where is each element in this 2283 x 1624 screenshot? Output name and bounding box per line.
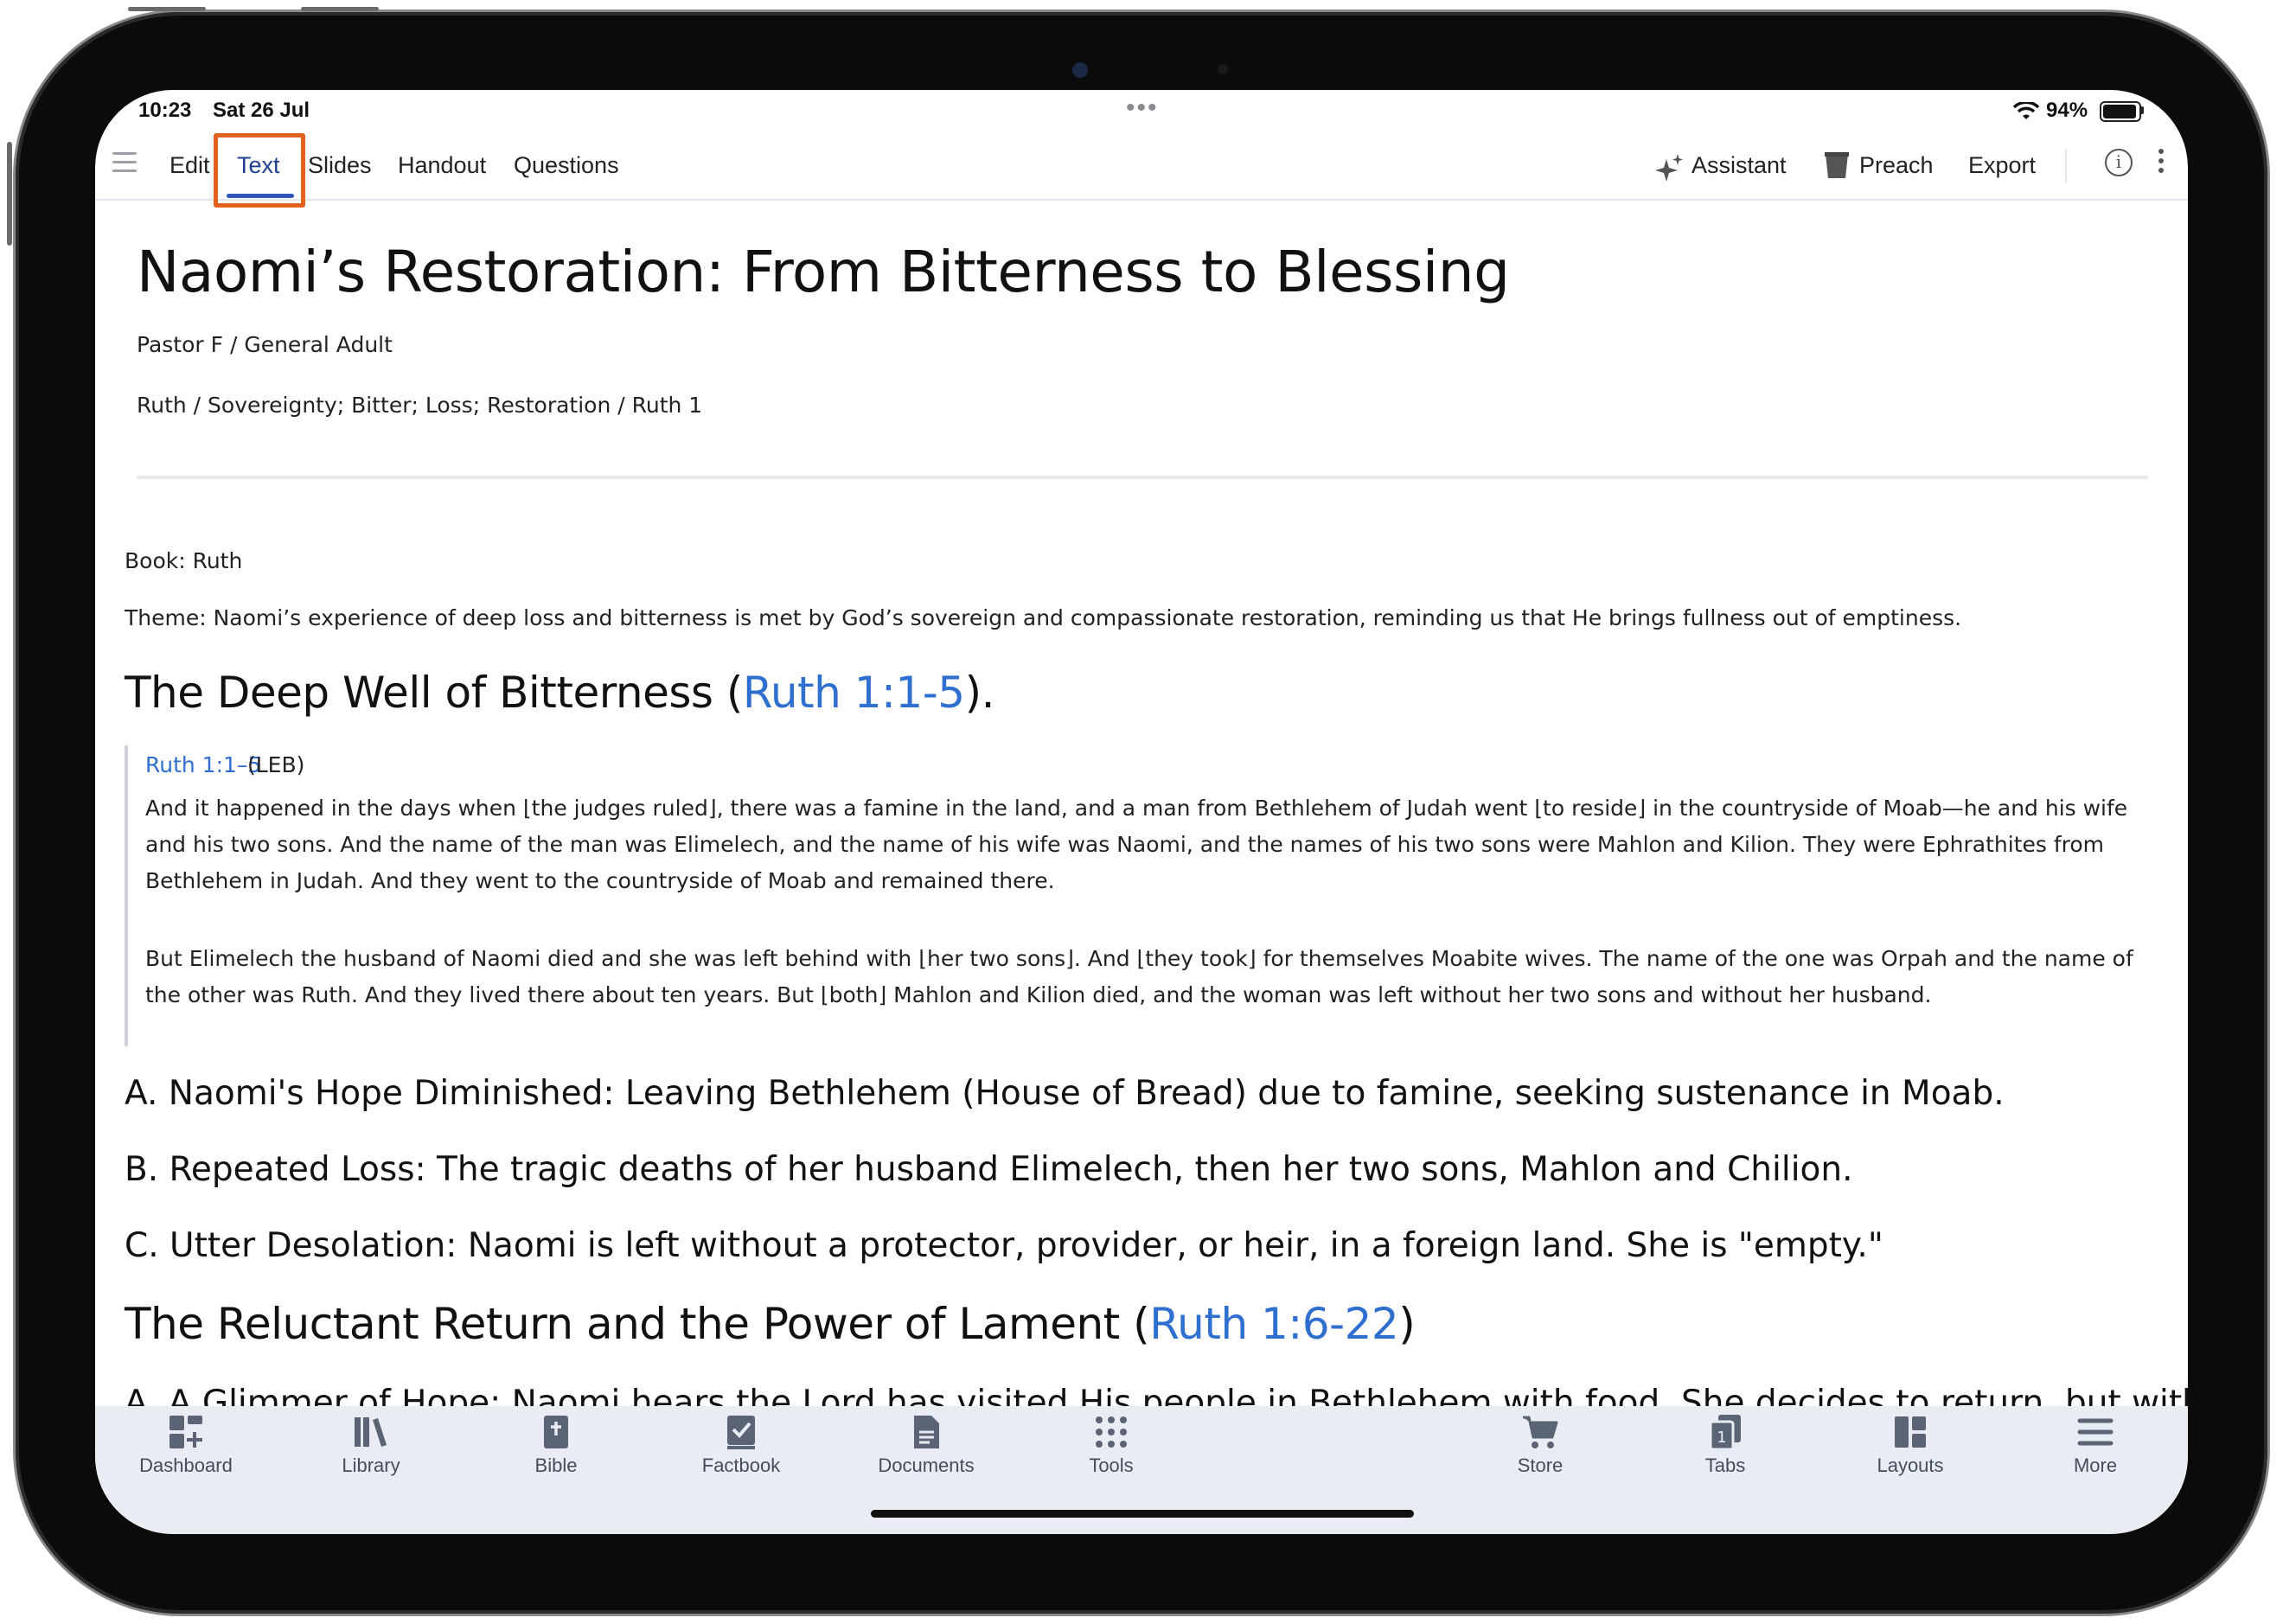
bible-icon bbox=[544, 1416, 568, 1448]
tab-questions[interactable]: Questions bbox=[514, 152, 619, 179]
bottom-tab-label: Documents bbox=[878, 1455, 975, 1476]
app-screen: 10:23 Sat 26 Jul ••• 94% Edit Text Slide… bbox=[95, 90, 2188, 1534]
documents-icon bbox=[914, 1416, 939, 1448]
bottom-tab-store[interactable]: Store bbox=[1475, 1413, 1605, 1477]
assistant-button[interactable]: Assistant bbox=[1691, 152, 1787, 179]
section-heading-2[interactable]: The Reluctant Return and the Power of La… bbox=[125, 1299, 1416, 1349]
top-button-1 bbox=[128, 7, 206, 11]
tabs-badge: 1 bbox=[1717, 1429, 1726, 1447]
dashboard-icon bbox=[169, 1416, 202, 1448]
hamburger-menu-icon[interactable] bbox=[112, 152, 137, 178]
layouts-icon bbox=[1895, 1416, 1926, 1448]
title-divider bbox=[137, 476, 2148, 479]
scripture-quote-block[interactable]: Ruth 1:1–5 (LEB) And it happened in the … bbox=[125, 745, 2160, 1046]
scripture-link-ruth-1-1-5[interactable]: Ruth 1:1-5 bbox=[743, 668, 965, 718]
sparkle-icon[interactable] bbox=[1655, 152, 1685, 182]
quote-version: (LEB) bbox=[247, 752, 305, 777]
tab-handout[interactable]: Handout bbox=[398, 152, 486, 179]
section-heading-2-text: The Reluctant Return and the Power of La… bbox=[125, 1299, 1150, 1349]
scripture-link-ruth-1-6-22[interactable]: Ruth 1:6-22 bbox=[1149, 1299, 1399, 1349]
tools-icon bbox=[1096, 1416, 1127, 1448]
info-icon[interactable]: i bbox=[2105, 149, 2133, 176]
bottom-tab-label: Bible bbox=[534, 1455, 578, 1476]
bottom-tab-factbook[interactable]: Factbook bbox=[676, 1413, 806, 1477]
section-heading-1[interactable]: The Deep Well of Bitterness (Ruth 1:1-5)… bbox=[125, 668, 994, 718]
bottom-tab-label: Layouts bbox=[1877, 1455, 1944, 1476]
book-line[interactable]: Book: Ruth bbox=[125, 548, 242, 573]
preach-button[interactable]: Preach bbox=[1859, 152, 1934, 179]
bottom-tab-label: Store bbox=[1517, 1455, 1564, 1476]
status-bar: 10:23 Sat 26 Jul ••• 94% bbox=[95, 90, 2188, 133]
bottom-tab-bible[interactable]: Bible bbox=[491, 1413, 621, 1477]
export-button[interactable]: Export bbox=[1968, 152, 2036, 179]
quote-paragraph-1: And it happened in the days when ⌊the ju… bbox=[145, 796, 2128, 893]
tab-edit[interactable]: Edit bbox=[169, 152, 210, 179]
factbook-icon bbox=[727, 1416, 755, 1449]
bottom-tab-label: Factbook bbox=[701, 1455, 781, 1476]
status-time: 10:23 bbox=[138, 99, 192, 122]
wifi-icon bbox=[2013, 102, 2039, 119]
kebab-menu-icon[interactable] bbox=[2157, 149, 2165, 177]
toolbar-divider bbox=[2065, 149, 2067, 183]
multitasking-dots-icon[interactable]: ••• bbox=[1126, 93, 1159, 123]
bottom-tab-label: Tabs bbox=[1704, 1455, 1746, 1476]
bottom-tab-label: Dashboard bbox=[139, 1455, 233, 1476]
tab-highlight-box bbox=[214, 133, 305, 208]
tab-slides[interactable]: Slides bbox=[308, 152, 372, 179]
quote-paragraph-2: But Elimelech the husband of Naomi died … bbox=[145, 946, 2133, 1007]
document-title[interactable]: Naomi’s Restoration: From Bitterness to … bbox=[137, 239, 1510, 305]
battery-percent: 94% bbox=[2046, 99, 2088, 122]
battery-tip bbox=[2141, 106, 2144, 114]
topic-line: Ruth / Sovereignty; Bitter; Loss; Restor… bbox=[137, 393, 703, 418]
more-menu-icon bbox=[2077, 1418, 2114, 1446]
front-camera bbox=[1072, 62, 1088, 78]
section-heading-1-end: ). bbox=[964, 668, 995, 718]
bottom-tab-layouts[interactable]: Layouts bbox=[1845, 1413, 1975, 1477]
outline-point-a[interactable]: A. Naomi's Hope Diminished: Leaving Beth… bbox=[125, 1074, 2005, 1113]
outline-point-b[interactable]: B. Repeated Loss: The tragic deaths of h… bbox=[125, 1150, 1853, 1189]
bottom-tab-tools[interactable]: Tools bbox=[1046, 1413, 1176, 1477]
quote-reference-link[interactable]: Ruth 1:1–5 bbox=[145, 752, 261, 777]
library-icon bbox=[355, 1417, 387, 1447]
tabs-icon: 1 bbox=[1709, 1415, 1741, 1451]
battery-icon bbox=[2100, 101, 2141, 122]
bottom-tab-label: Tools bbox=[1089, 1455, 1134, 1476]
document-content: Naomi’s Restoration: From Bitterness to … bbox=[95, 201, 2188, 1406]
theme-line[interactable]: Theme: Naomi’s experience of deep loss a… bbox=[125, 605, 1961, 630]
outline-point-c[interactable]: C. Utter Desolation: Naomi is left witho… bbox=[125, 1226, 1883, 1265]
bottom-tab-library[interactable]: Library bbox=[306, 1413, 436, 1477]
bottom-tab-more[interactable]: More bbox=[2030, 1413, 2160, 1477]
top-button-2 bbox=[301, 7, 379, 11]
document-toolbar: Edit Text Slides Handout Questions Assis… bbox=[95, 133, 2188, 208]
bottom-tab-dashboard[interactable]: Dashboard bbox=[121, 1413, 251, 1477]
author-line: Pastor F / General Adult bbox=[137, 332, 393, 357]
volume-button bbox=[7, 142, 12, 246]
outline-point-partial[interactable]: A. A Glimmer of Hope: Naomi hears the Lo… bbox=[125, 1384, 2188, 1406]
battery-fill bbox=[2103, 105, 2136, 118]
bottom-tab-tabs[interactable]: 1 Tabs bbox=[1660, 1413, 1790, 1477]
bottom-tab-documents[interactable]: Documents bbox=[861, 1413, 991, 1477]
home-indicator[interactable] bbox=[871, 1510, 1414, 1518]
status-date: Sat 26 Jul bbox=[213, 99, 310, 122]
bottom-tab-label: Library bbox=[342, 1455, 400, 1476]
bottom-tab-label: More bbox=[2073, 1455, 2118, 1476]
section-heading-2-end: ) bbox=[1398, 1299, 1416, 1349]
section-heading-1-text: The Deep Well of Bitterness ( bbox=[125, 668, 743, 718]
cart-icon bbox=[1523, 1416, 1558, 1448]
preach-podium-icon[interactable] bbox=[1825, 152, 1849, 180]
sensor-dot bbox=[1218, 64, 1228, 74]
